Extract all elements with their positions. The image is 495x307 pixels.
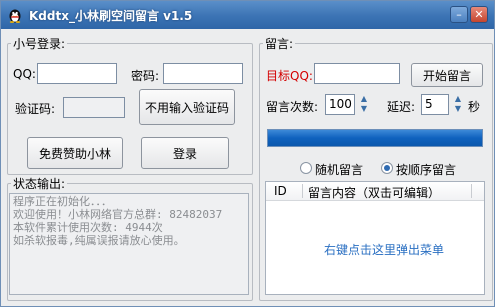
delay-label: 延迟: [387,100,416,114]
donate-button[interactable]: 免费赞助小林 [27,137,123,169]
window-title: Kddtx_小林刷空间留言 v1.5 [29,9,193,23]
column-id[interactable]: ID [274,184,287,198]
no-captcha-button[interactable]: 不用输入验证码 [139,89,235,125]
chevron-down-icon[interactable]: ▼ [452,104,464,114]
qq-label: QQ: [13,67,36,81]
ordered-mode-label[interactable]: 按顺序留言 [396,161,456,178]
status-line: 程序正在初始化．．． [13,195,112,208]
captcha-label: 验证码: [15,102,56,116]
column-divider[interactable] [471,184,472,198]
status-group-title: 状态输出: [13,177,66,191]
delay-unit: 秒 [468,100,481,114]
qq-penguin-icon [9,9,21,23]
close-button[interactable]: ✕ [470,6,488,23]
captcha-input[interactable] [63,97,125,118]
status-output[interactable]: 程序正在初始化．．． 欢迎使用！小林网络官方总群: 82482037 本软件累计… [9,193,249,295]
status-line: 如杀软报毒,纯属误报请放心使用。 [13,234,185,247]
target-qq-label: 目标QQ: [266,69,313,83]
delay-stepper[interactable]: ▲ ▼ [452,94,464,115]
delay-input[interactable]: 5 [421,94,449,115]
message-list[interactable]: ID 留言内容（双击可编辑） 右键点击这里弹出菜单 [265,181,485,295]
message-count-input[interactable]: 100 [325,94,355,115]
qq-input[interactable] [37,63,117,84]
title-bar[interactable]: Kddtx_小林刷空间留言 v1.5 – ✕ [1,1,494,29]
password-label: 密码: [131,69,160,83]
column-content[interactable]: 留言内容（双击可编辑） [308,184,440,201]
random-mode-radio[interactable] [300,162,312,174]
login-button[interactable]: 登录 [141,137,229,169]
message-list-header: ID 留言内容（双击可编辑） [266,182,484,201]
ordered-mode-radio[interactable] [381,162,393,174]
chevron-up-icon[interactable]: ▲ [358,94,370,104]
chevron-down-icon[interactable]: ▼ [358,104,370,114]
app-window: Kddtx_小林刷空间留言 v1.5 – ✕ 小号登录: QQ: 密码: 验证码… [0,0,495,307]
progress-bar [267,129,483,147]
message-group-title: 留言: [265,37,294,51]
minimize-button[interactable]: – [450,6,468,23]
target-qq-input[interactable] [314,63,400,84]
message-count-label: 留言次数: [266,100,319,114]
context-menu-hint: 右键点击这里弹出菜单 [324,243,445,257]
status-line: 本软件累计使用次数: 4944次 [13,221,163,234]
random-mode-label[interactable]: 随机留言 [315,161,363,178]
start-message-button[interactable]: 开始留言 [411,63,483,87]
login-group-title: 小号登录: [13,37,66,51]
password-input[interactable] [163,63,243,84]
message-count-stepper[interactable]: ▲ ▼ [358,94,370,115]
column-divider[interactable] [302,184,303,198]
chevron-up-icon[interactable]: ▲ [452,94,464,104]
status-line: 欢迎使用！小林网络官方总群: 82482037 [13,208,223,221]
